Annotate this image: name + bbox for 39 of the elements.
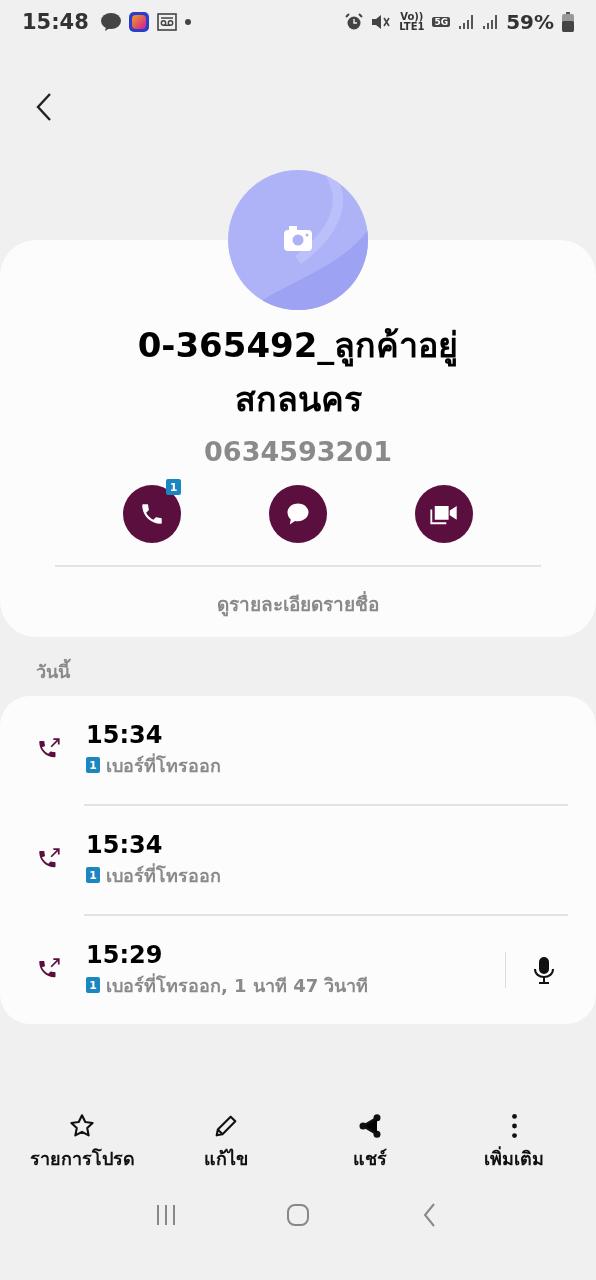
- signal-icon: [458, 13, 475, 31]
- network-type-label: 5G: [432, 17, 451, 27]
- section-label: วันนี้: [0, 637, 596, 696]
- notification-dot-icon: [184, 19, 191, 25]
- home-button[interactable]: [284, 1201, 312, 1229]
- phone-icon: [139, 501, 165, 527]
- message-button[interactable]: [269, 485, 327, 543]
- call-detail: เบอร์ที่โทรออก: [106, 752, 221, 778]
- call-detail: เบอร์ที่โทรออก, 1 นาที 47 วินาที: [106, 972, 369, 998]
- sim-badge: 1: [86, 977, 100, 993]
- sim-badge: 1: [166, 479, 181, 495]
- call-time: 15:34: [86, 830, 164, 859]
- phone-number: 0634593201: [204, 436, 392, 467]
- star-icon: [68, 1112, 96, 1140]
- volte-label: Vo)): [400, 12, 424, 22]
- voicemail-icon: [156, 13, 177, 31]
- sim-badge: 1: [86, 867, 100, 883]
- chat-app-icon: [100, 13, 121, 31]
- microphone-icon[interactable]: [532, 955, 556, 985]
- edit-button[interactable]: แก้ไข: [161, 1112, 291, 1173]
- contact-name: 0-365492_ลูกค้าอยู่สกลนคร: [136, 324, 460, 421]
- mute-icon: [371, 13, 392, 31]
- more-icon: [511, 1114, 517, 1138]
- share-button[interactable]: แชร์: [305, 1112, 435, 1173]
- signal-icon: [482, 13, 499, 31]
- favorite-button[interactable]: รายการโปรด: [17, 1112, 147, 1173]
- video-button[interactable]: [415, 485, 473, 543]
- call-time: 15:34: [86, 720, 164, 749]
- status-time: 15:48: [22, 10, 89, 34]
- battery-icon: [562, 12, 574, 32]
- alarm-icon: [345, 13, 364, 31]
- lte-label: LTE1: [399, 22, 425, 32]
- call-button[interactable]: [123, 485, 181, 543]
- more-button[interactable]: เพิ่มเติม: [449, 1112, 579, 1173]
- battery-percent: 59%: [506, 10, 554, 34]
- sim-badge: 1: [86, 757, 100, 773]
- call-time: 15:29: [86, 940, 164, 969]
- call-detail: เบอร์ที่โทรออก: [106, 862, 221, 888]
- shopping-app-icon: [128, 12, 149, 32]
